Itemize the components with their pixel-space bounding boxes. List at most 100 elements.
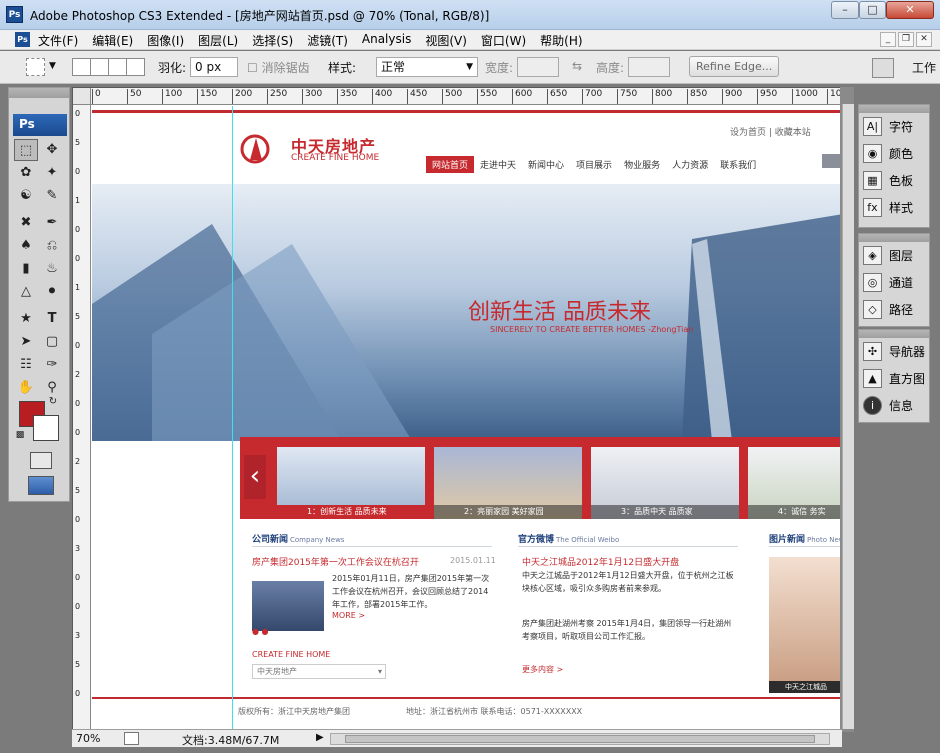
slice-tool-icon[interactable]: ✎	[40, 185, 64, 207]
ruler-tick: 2	[75, 457, 81, 466]
menu-window[interactable]: 窗口(W)	[481, 32, 526, 49]
pager-dots: ● ●	[252, 627, 269, 636]
default-colors-icon[interactable]: ▩	[13, 428, 27, 442]
vertical-scrollbar[interactable]	[842, 104, 854, 729]
panel-styles[interactable]: fx 样式	[859, 194, 929, 221]
panel-paths[interactable]: ◇ 路径	[859, 296, 929, 323]
bridge-icon[interactable]	[872, 58, 894, 78]
rectangle-tool-icon[interactable]: ▢	[40, 331, 64, 353]
subtract-selection-icon[interactable]	[108, 58, 127, 76]
panel-label: 直方图	[889, 372, 926, 386]
workspace-button[interactable]: 工作	[912, 59, 936, 76]
swap-dimensions-icon[interactable]: ⇆	[572, 59, 582, 73]
panel-channels[interactable]: ◎ 通道	[859, 269, 929, 296]
paint-bucket-tool-icon[interactable]: ♨	[40, 258, 64, 280]
new-selection-icon[interactable]	[72, 58, 91, 76]
menu-edit[interactable]: 编辑(E)	[92, 32, 133, 49]
magic-wand-tool-icon[interactable]: ✦	[40, 162, 64, 184]
panel-info[interactable]: i 信息	[859, 392, 929, 419]
ruler-tick: 0	[75, 109, 81, 118]
healing-brush-tool-icon[interactable]: ✖	[14, 212, 38, 234]
panel-navigator[interactable]: ✣ 导航器	[859, 338, 929, 365]
intersect-selection-icon[interactable]	[126, 58, 145, 76]
brush-tool-icon[interactable]: ✒	[40, 212, 64, 234]
menu-file[interactable]: 文件(F)	[38, 32, 78, 49]
menu-view[interactable]: 视图(V)	[425, 32, 467, 49]
eyedropper-tool-icon[interactable]: ✑	[40, 354, 64, 376]
panel-character[interactable]: A| 字符	[859, 113, 929, 140]
navigator-icon: ✣	[863, 342, 882, 361]
clone-stamp-tool-icon[interactable]: ♠	[14, 235, 38, 257]
news-headline: 房产集团2015年第一次工作会议在杭召开	[252, 558, 419, 568]
marquee-preset-icon[interactable]	[26, 58, 45, 76]
panel-grip[interactable]	[859, 330, 929, 338]
ruler-origin[interactable]	[73, 88, 91, 105]
eraser-tool-icon[interactable]: ▮	[14, 258, 38, 280]
vertical-ruler[interactable]: 0 5 0 1 0 0 1 5 0 2 0 0 2 5 0 3 0 0 3 5 0	[73, 105, 91, 731]
preset-dropdown-arrow-icon[interactable]: ▼	[49, 61, 56, 71]
zoom-level[interactable]: 70%	[76, 732, 100, 745]
horizontal-scrollbar[interactable]	[330, 733, 830, 745]
ruler-tick: 1	[75, 196, 81, 205]
menu-image[interactable]: 图像(I)	[147, 32, 184, 49]
marquee-tool-icon[interactable]: ⬚	[14, 139, 38, 161]
doc-close-button[interactable]: ✕	[916, 32, 932, 47]
status-arrow-icon[interactable]: ▶	[316, 732, 324, 743]
add-selection-icon[interactable]	[90, 58, 109, 76]
path-selection-tool-icon[interactable]: ➤	[14, 331, 38, 353]
menu-filter[interactable]: 滤镜(T)	[307, 32, 348, 49]
style-select[interactable]: 正常 ▼	[376, 57, 478, 77]
quick-mask-button[interactable]	[30, 452, 52, 469]
maximize-button[interactable]: □	[859, 1, 886, 19]
move-tool-icon[interactable]: ✥	[40, 139, 64, 161]
pen-tool-icon[interactable]: ★	[14, 308, 38, 330]
ruler-tick: 200	[232, 89, 252, 104]
panel-grip[interactable]	[9, 88, 69, 98]
feather-input[interactable]: 0 px	[190, 57, 238, 77]
horizontal-scrollbar-thumb[interactable]	[345, 735, 815, 743]
crop-tool-icon[interactable]: ☯	[14, 185, 38, 207]
swap-colors-icon[interactable]: ↻	[45, 395, 61, 409]
close-button[interactable]: ✕	[886, 1, 934, 19]
horizontal-ruler[interactable]: 0 50 100 150 200 250 300 350 400 450 500…	[91, 88, 841, 105]
screen-mode-button[interactable]	[28, 476, 54, 495]
notes-tool-icon[interactable]: ☷	[14, 354, 38, 376]
ps-badge[interactable]: Ps	[13, 114, 67, 136]
refine-edge-button[interactable]: Refine Edge...	[689, 56, 780, 77]
dodge-tool-icon[interactable]: ⚫	[40, 281, 64, 303]
style-value: 正常	[381, 60, 406, 74]
type-tool-icon[interactable]: T	[40, 308, 64, 330]
menu-analysis[interactable]: Analysis	[362, 32, 411, 49]
ruler-tick: 0	[75, 602, 81, 611]
panel-label: 颜色	[889, 147, 914, 161]
antialias-checkbox[interactable]: ☐ 消除锯齿	[247, 59, 310, 76]
hand-tool-icon[interactable]: ✋	[14, 377, 38, 399]
styles-icon: fx	[863, 198, 882, 217]
lasso-tool-icon[interactable]: ✿	[14, 162, 38, 184]
doc-restore-button[interactable]: ❐	[898, 32, 914, 47]
menu-help[interactable]: 帮助(H)	[540, 32, 582, 49]
width-input[interactable]	[517, 57, 559, 77]
canvas[interactable]: 中天房地产 CREATE FINE HOME 设为首页 | 收藏本站 网站首页 …	[92, 106, 841, 731]
background-color-swatch[interactable]	[33, 415, 59, 441]
layers-icon: ◈	[863, 246, 882, 265]
doc-minimize-button[interactable]: _	[880, 32, 896, 47]
vertical-guide[interactable]	[232, 106, 233, 731]
menu-layer[interactable]: 图层(L)	[198, 32, 238, 49]
height-input[interactable]	[628, 57, 670, 77]
panel-layers[interactable]: ◈ 图层	[859, 242, 929, 269]
document-icon[interactable]: Ps	[15, 32, 30, 47]
panel-group-type: A| 字符 ◉ 颜色 ▦ 色板 fx 样式	[858, 104, 930, 228]
panel-color[interactable]: ◉ 颜色	[859, 140, 929, 167]
panel-grip[interactable]	[859, 234, 929, 242]
panel-histogram[interactable]: ▲ 直方图	[859, 365, 929, 392]
status-bar: 70% 文档:3.48M/67.7M ▶	[72, 729, 842, 747]
menu-select[interactable]: 选择(S)	[252, 32, 293, 49]
minimize-button[interactable]: –	[831, 1, 859, 19]
history-brush-tool-icon[interactable]: ⎌	[40, 235, 64, 257]
status-menu-icon[interactable]	[124, 732, 139, 745]
panel-grip[interactable]	[859, 105, 929, 113]
panel-swatches[interactable]: ▦ 色板	[859, 167, 929, 194]
ruler-tick: 5	[75, 660, 81, 669]
blur-tool-icon[interactable]: △	[14, 281, 38, 303]
